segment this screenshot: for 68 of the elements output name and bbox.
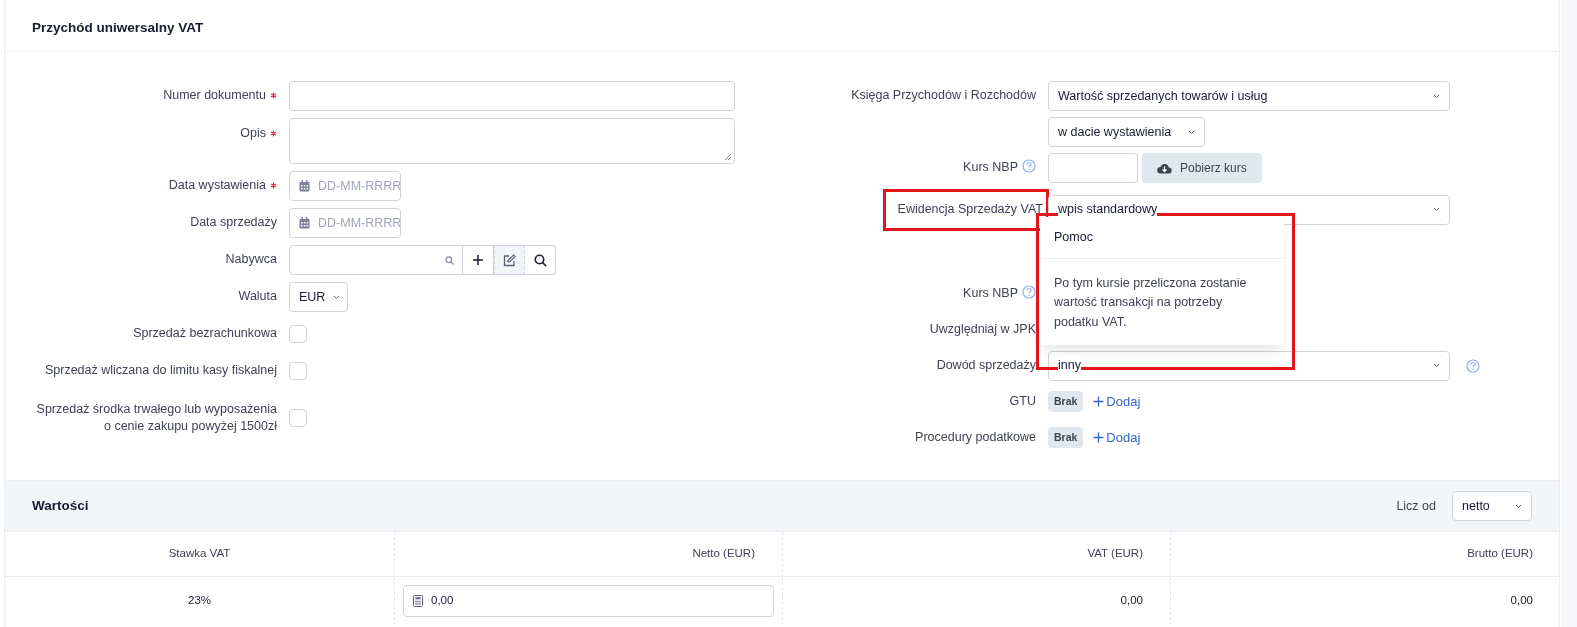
edit-icon [503,253,516,267]
add-link[interactable]: Dodaj [1093,427,1141,448]
table-cell: 0,00 [1170,577,1560,625]
popover-title: Pomoc [1040,217,1284,259]
caret-icon [333,294,341,300]
table-cell-text: 23% [187,593,212,609]
field-label: Data wystawienia [168,178,266,193]
field-label: Procedury podatkowe [915,429,1036,444]
field-label: Kurs NBP [963,160,1018,175]
popover-text: Po tym kursie przeliczona zostanie wartość transakcji na potrzeby podatku VAT. [1053,274,1248,331]
column-header: Stawka VAT [5,532,394,577]
field-label: Sprzedaż środka trwałego lub wyposażenia o cenie zakupu powyżej 1500zł [36,401,277,433]
plus-icon [472,254,484,266]
add-button[interactable] [463,245,494,275]
calculator-icon [413,595,423,607]
field-label: Uwzględniaj w JPK [929,321,1036,336]
calc-label: Licz od [1396,497,1436,515]
rate-input[interactable] [1048,153,1138,183]
column-header: VAT (EUR) [782,532,1170,577]
field-label: Sprzedaż wliczana do limitu kasy fiskalnej [44,363,277,378]
field-label: Kurs NBP [963,285,1018,300]
amount-input[interactable]: 0,00 [403,585,774,617]
calendar-icon [299,217,310,229]
cloud-download-icon [1157,162,1172,174]
select-field[interactable]: w dacie wystawienia [1048,117,1205,147]
textarea-input[interactable] [289,118,735,164]
select-field[interactable]: Wartość sprzedanych towarów i usług [1048,81,1450,111]
date-placeholder: DD-MM-RRRR [318,214,402,232]
text-input[interactable] [289,81,735,111]
field-label: Dowód sprzedaży [936,357,1036,372]
field-label: Sprzedaż bezrachunkowa [133,326,277,341]
fetch-rate-button[interactable]: Pobierz kurs [1142,153,1262,183]
search-icon [533,253,547,267]
checkbox[interactable] [289,409,307,427]
buyer-input[interactable] [289,245,463,275]
plus-icon [1093,396,1105,407]
field-label: Waluta [238,289,277,304]
table-cell: 0,00 [782,577,1170,625]
calc-select[interactable]: netto [1452,491,1532,521]
form-title: Przychód uniwersalny VAT [5,0,1559,52]
calendar-icon [299,180,310,192]
caret-icon [1433,363,1440,368]
caret-icon [1515,503,1522,509]
date-placeholder: DD-MM-RRRR [318,177,402,195]
field-label: Nabywca [225,252,277,267]
field-label: Numer dokumentu [163,88,266,103]
status-badge: Brak [1048,390,1084,413]
currency-select[interactable]: EUR [289,282,348,312]
field-label: GTU [1009,393,1036,408]
plus-icon [1093,432,1105,443]
field-label: Opis [240,126,266,140]
field-label: Data sprzedaży [190,215,277,230]
add-link[interactable]: Dodaj [1093,391,1141,412]
select-field[interactable]: inny [1048,350,1450,381]
status-badge: Brak [1048,426,1084,449]
resize-handle-icon [724,153,732,161]
caret-icon [1433,93,1440,99]
search-button[interactable] [525,245,556,275]
column-header: Brutto (EUR) [1170,532,1560,577]
edit-button[interactable] [494,245,525,275]
column-header: Netto (EUR) [394,532,782,577]
search-icon [445,255,454,265]
checkbox[interactable] [289,362,307,380]
caret-icon [1188,129,1195,135]
caret-icon [1433,207,1440,213]
field-label: Księga Przychodów i Rozchodów [851,88,1036,103]
checkbox[interactable] [289,325,307,343]
section-title: Wartości [32,496,89,515]
